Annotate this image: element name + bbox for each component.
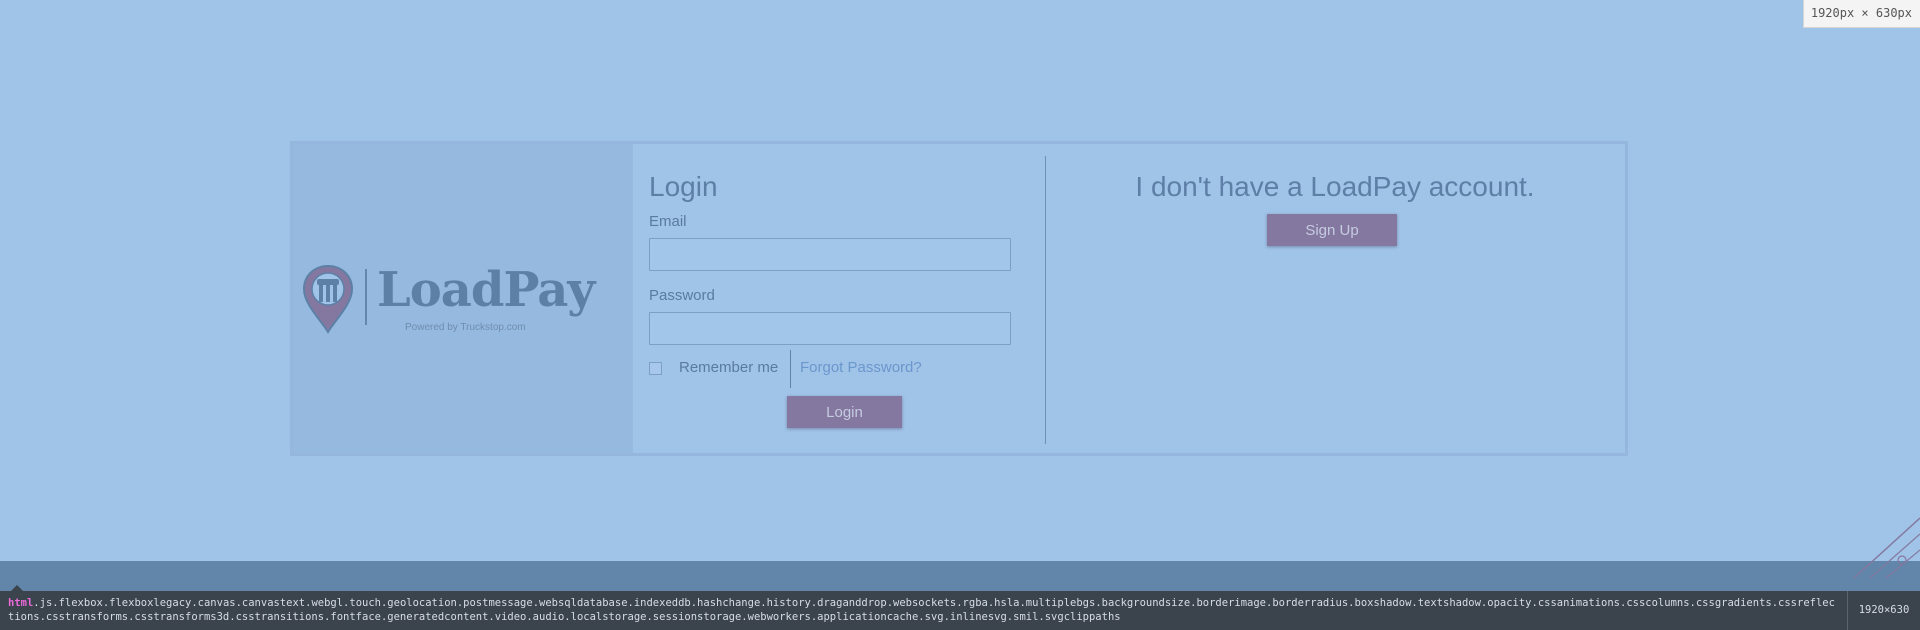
- email-input[interactable]: [649, 238, 1011, 271]
- login-form: Login Email Password Remember me Forgot …: [633, 144, 1046, 453]
- forgot-password-link[interactable]: Forgot Password?: [800, 359, 922, 376]
- viewport-size-badge: 1920px × 630px: [1802, 0, 1920, 28]
- login-title: Login: [649, 171, 718, 202]
- html-classes: .js.flexbox.flexboxlegacy.canvas.canvast…: [8, 597, 1835, 623]
- logo-wordmark: LoadPay: [377, 262, 595, 318]
- location-pin-logo-icon: [302, 264, 354, 334]
- remember-me-checkbox[interactable]: [649, 362, 662, 375]
- logo-tagline: Powered by Truckstop.com: [405, 322, 526, 333]
- login-card: LoadPay Powered by Truckstop.com Login E…: [290, 141, 1628, 456]
- debug-size-readout: 1920×630: [1847, 591, 1920, 630]
- remember-forgot-divider: [790, 350, 791, 388]
- password-input[interactable]: [649, 312, 1011, 345]
- remember-me-label[interactable]: Remember me: [679, 359, 778, 376]
- debug-class-strip: html.js.flexbox.flexboxlegacy.canvas.can…: [0, 591, 1920, 630]
- html-class-list: html.js.flexbox.flexboxlegacy.canvas.can…: [8, 596, 1838, 624]
- corner-ruler-icon: [1853, 517, 1920, 579]
- signup-panel: I don't have a LoadPay account. Sign Up: [1045, 144, 1625, 453]
- html-tag: html: [8, 597, 34, 609]
- email-label: Email: [649, 213, 687, 230]
- sign-up-button[interactable]: Sign Up: [1267, 214, 1397, 246]
- logo-panel: LoadPay Powered by Truckstop.com: [293, 144, 633, 453]
- debug-bar: html.js.flexbox.flexboxlegacy.canvas.can…: [0, 561, 1920, 630]
- login-button[interactable]: Login: [787, 396, 902, 428]
- signup-title: I don't have a LoadPay account.: [1135, 171, 1535, 202]
- logo-divider: [365, 269, 367, 325]
- password-label: Password: [649, 287, 715, 304]
